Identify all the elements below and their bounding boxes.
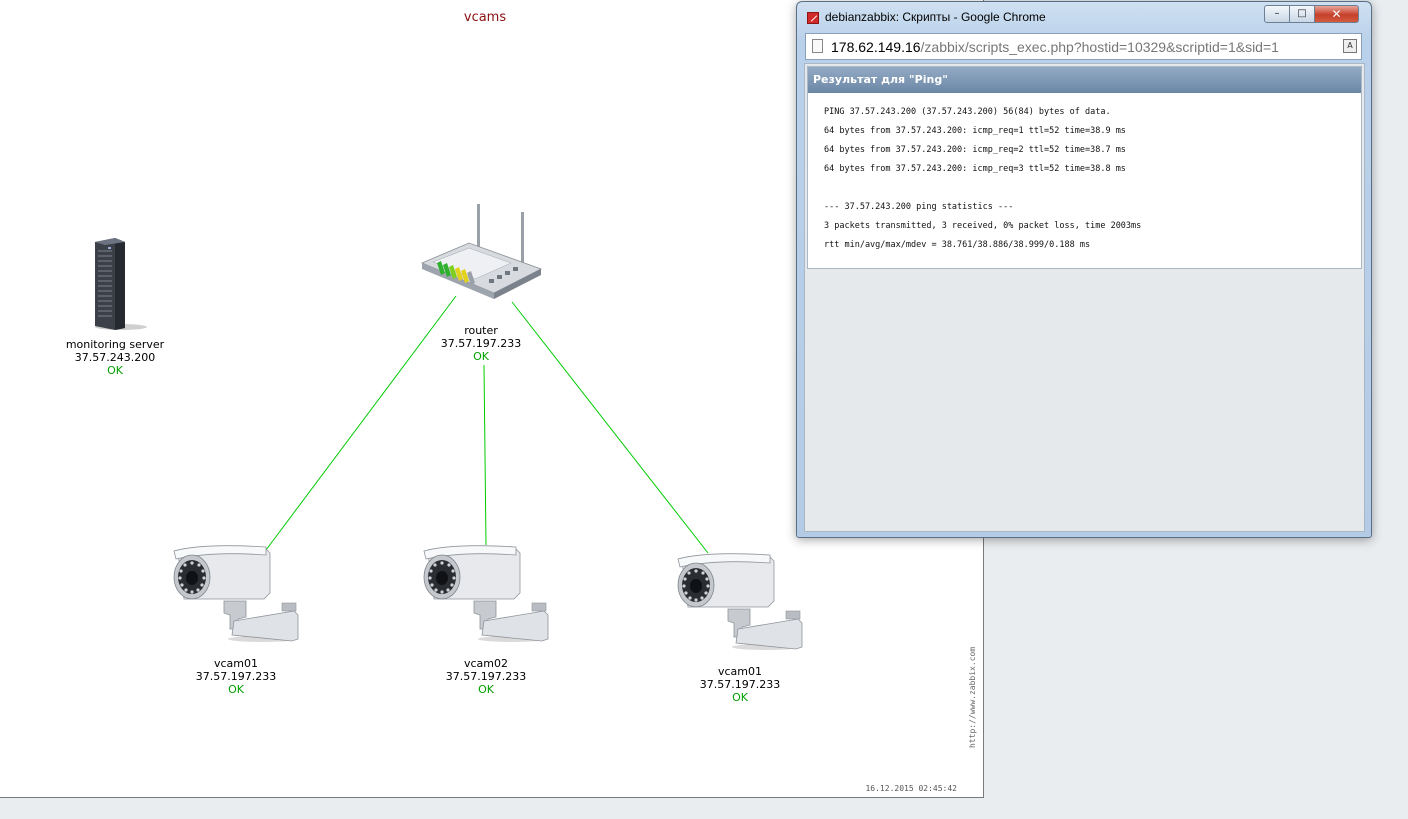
camera-icon bbox=[172, 543, 304, 643]
page-content: Результат для "Ping" PING 37.57.243.200 … bbox=[804, 63, 1365, 532]
server-icon bbox=[95, 238, 147, 330]
node-status: OK bbox=[228, 683, 244, 696]
map-node-monitoring-server[interactable]: monitoring server 37.57.243.200 OK bbox=[35, 236, 195, 377]
node-name: router bbox=[464, 324, 498, 337]
node-status: OK bbox=[473, 350, 489, 363]
camera-icon bbox=[422, 543, 554, 643]
node-ip: 37.57.197.233 bbox=[445, 670, 527, 683]
address-path: /zabbix/scripts_exec.php?hostid=10329&sc… bbox=[920, 39, 1279, 55]
node-ip: 37.57.197.233 bbox=[440, 337, 522, 350]
result-title: Результат для "Ping" bbox=[808, 67, 1361, 93]
maximize-button[interactable]: □ bbox=[1289, 5, 1315, 23]
node-name: vcam02 bbox=[463, 657, 508, 670]
result-line bbox=[824, 183, 1361, 202]
map-node-vcam01[interactable]: vcam01 37.57.197.233 OK bbox=[156, 543, 316, 699]
map-node-router[interactable]: router 37.57.197.233 OK bbox=[401, 203, 561, 365]
result-output: PING 37.57.243.200 (37.57.243.200) 56(84… bbox=[808, 93, 1361, 259]
address-bar[interactable]: 178.62.149.16/zabbix/scripts_exec.php?ho… bbox=[805, 33, 1362, 60]
result-line: --- 37.57.243.200 ping statistics --- bbox=[824, 202, 1014, 212]
camera-icon bbox=[676, 551, 808, 651]
node-status: OK bbox=[478, 683, 494, 696]
zabbix-watermark[interactable]: http://www.zabbix.com bbox=[968, 638, 977, 748]
result-line: 64 bytes from 37.57.243.200: icmp_req=3 … bbox=[824, 164, 1126, 174]
page-icon bbox=[812, 39, 823, 53]
script-result-panel: Результат для "Ping" PING 37.57.243.200 … bbox=[807, 66, 1362, 269]
node-ip: 37.57.197.233 bbox=[699, 678, 781, 691]
map-timestamp: 16.12.2015 02:45:42 bbox=[865, 784, 957, 793]
zabbix-favicon-icon bbox=[807, 12, 819, 24]
chrome-popup-window: debianzabbix: Скрипты - Google Chrome – … bbox=[796, 1, 1372, 538]
result-line: PING 37.57.243.200 (37.57.243.200) 56(84… bbox=[824, 107, 1111, 117]
map-node-vcam03[interactable]: vcam01 37.57.197.233 OK bbox=[660, 551, 820, 707]
minimize-button[interactable]: – bbox=[1264, 5, 1290, 23]
address-host: 178.62.149.16 bbox=[831, 39, 921, 55]
window-title: debianzabbix: Скрипты - Google Chrome bbox=[825, 10, 1046, 24]
router-icon bbox=[420, 204, 543, 299]
address-url[interactable]: 178.62.149.16/zabbix/scripts_exec.php?ho… bbox=[831, 39, 1341, 55]
link-router-vcam02 bbox=[483, 364, 487, 546]
node-ip: 37.57.197.233 bbox=[195, 670, 277, 683]
node-name: vcam01 bbox=[717, 665, 762, 678]
result-line: 3 packets transmitted, 3 received, 0% pa… bbox=[824, 221, 1142, 231]
result-line: 64 bytes from 37.57.243.200: icmp_req=2 … bbox=[824, 145, 1126, 155]
node-ip: 37.57.243.200 bbox=[74, 351, 156, 364]
result-line: rtt min/avg/max/mdev = 38.761/38.886/38.… bbox=[824, 240, 1091, 250]
node-name: monitoring server bbox=[65, 338, 165, 351]
result-line: 64 bytes from 37.57.243.200: icmp_req=1 … bbox=[824, 126, 1126, 136]
node-name: vcam01 bbox=[213, 657, 258, 670]
translate-icon[interactable]: A bbox=[1343, 39, 1357, 53]
node-status: OK bbox=[107, 364, 123, 377]
map-node-vcam02[interactable]: vcam02 37.57.197.233 OK bbox=[406, 543, 566, 699]
close-button[interactable]: ✕ bbox=[1314, 5, 1359, 23]
node-status: OK bbox=[732, 691, 748, 704]
